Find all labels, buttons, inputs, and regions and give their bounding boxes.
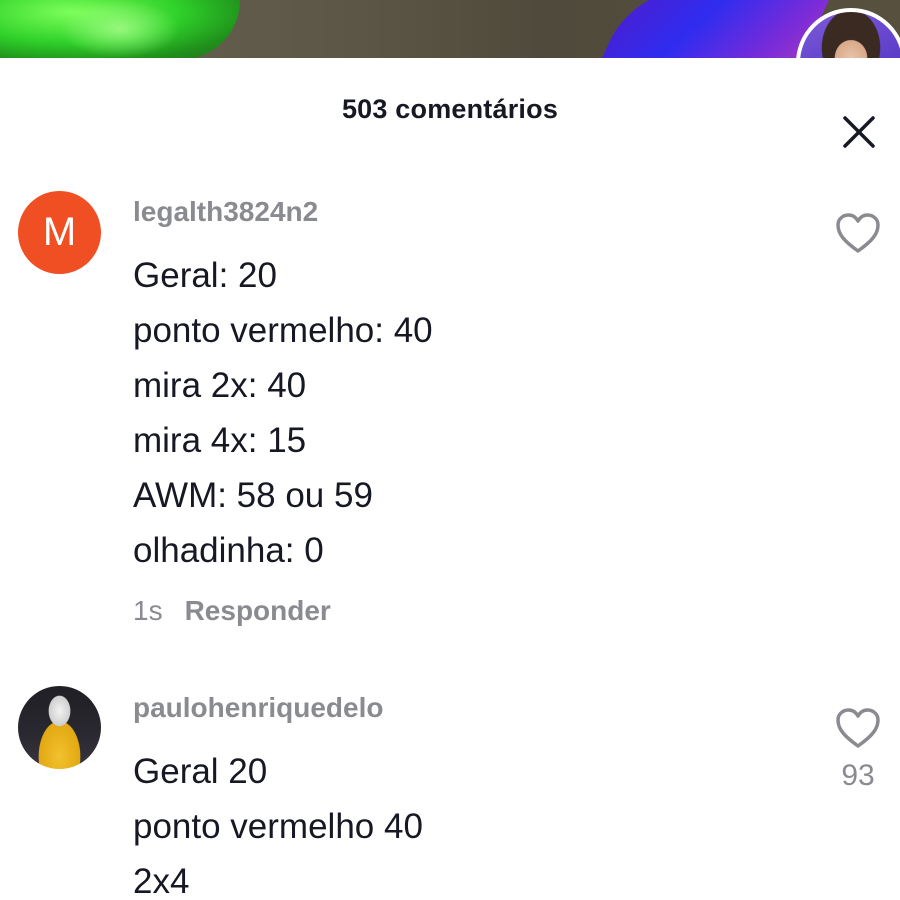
comments-count-title: 503 comentários (341, 94, 559, 124)
comment-line: mira 2x: 40 (133, 366, 307, 405)
like-button[interactable] (834, 211, 882, 255)
close-icon (843, 116, 875, 148)
video-preview-strip (0, 0, 900, 58)
comment-timestamp: 1s (133, 595, 163, 626)
comment-line: mira 4x: 15 (133, 421, 307, 460)
heart-outline-icon (836, 708, 880, 748)
close-button[interactable] (838, 111, 880, 153)
avatar-letter: M (42, 210, 77, 254)
like-button[interactable] (834, 706, 882, 750)
comment-line: olhadinha: 0 (133, 531, 324, 570)
comment-line: 2x4 (133, 862, 190, 900)
comment-line: Geral 20 (133, 752, 268, 791)
reply-button[interactable]: Responder (185, 595, 331, 626)
comment-line: ponto vermelho 40 (133, 807, 423, 846)
like-count: 93 (841, 759, 875, 792)
comment-line: AWM: 58 ou 59 (133, 476, 373, 515)
comment-text: Geral: 20 ponto vermelho: 40 mira 2x: 40… (133, 248, 433, 578)
avatar[interactable]: M (18, 191, 101, 274)
video-green-glow (60, 0, 180, 58)
comment-line: ponto vermelho: 40 (133, 311, 433, 350)
avatar[interactable] (18, 686, 101, 769)
comment-text: Geral 20 ponto vermelho 40 2x4 (133, 744, 423, 900)
comment-meta: 1s Responder (133, 595, 331, 627)
comment-username[interactable]: legalth3824n2 (133, 196, 318, 228)
comment-line: Geral: 20 (133, 256, 277, 295)
heart-outline-icon (836, 213, 880, 253)
comment-username[interactable]: paulohenriquedelo (133, 692, 383, 724)
